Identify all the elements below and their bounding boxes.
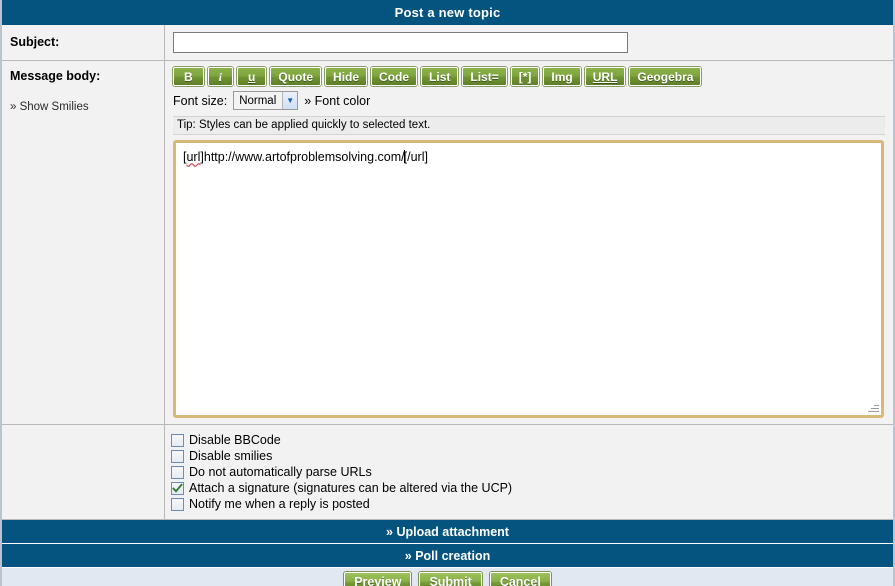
submit-button[interactable]: Submit [419,572,482,586]
message-body-row: Message body: » Show Smilies B i u Quote… [2,61,893,425]
bbcode-button-list-item[interactable]: [*] [510,67,540,86]
font-size-label: Font size: [173,93,228,108]
message-body-cell: B i u Quote Hide Code List List= [*] Img… [165,61,893,425]
post-options-row: Disable BBCode Disable smilies Do not au… [2,425,893,520]
checkbox-notify-reply[interactable] [171,497,184,511]
bbcode-button-underline[interactable]: u [237,67,267,86]
subject-row: Subject: [2,25,893,61]
checkmark-icon [172,482,183,493]
option-label: Disable smilies [189,449,273,463]
styles-tip: Tip: Styles can be applied quickly to se… [173,116,885,135]
section-poll-creation[interactable]: » Poll creation [2,544,893,568]
post-options-list: Disable BBCode Disable smilies Do not au… [171,433,885,511]
message-text-misspelled: url [186,150,201,164]
form-footer: Preview Submit Cancel [2,568,893,586]
bbcode-button-url[interactable]: URL [584,67,626,86]
message-text-main: ]http://www.artofproblemsolving.com/ [200,150,405,164]
font-options-row: Font size: Normal ▼ » Font color [173,91,885,110]
checkbox-disable-smilies[interactable] [171,449,184,463]
option-label: Notify me when a reply is posted [189,497,370,511]
form-grid: Subject: Message body: » Show Smilies B … [2,25,893,520]
subject-body-cell [165,25,893,61]
option-label: Disable BBCode [189,433,281,447]
bbcode-button-list-ordered[interactable]: List= [462,67,507,86]
checkbox-no-parse-urls[interactable] [171,465,184,479]
message-label-cell: Message body: » Show Smilies [2,61,165,425]
checkbox-disable-bbcode[interactable] [171,433,184,447]
page-title-text: Post a new topic [394,5,501,20]
bbcode-toolbar: B i u Quote Hide Code List List= [*] Img… [173,67,885,86]
chevron-down-icon: ▼ [282,92,298,109]
show-smilies-link[interactable]: » Show Smilies [10,101,156,113]
bbcode-button-code[interactable]: Code [371,67,418,86]
subject-input[interactable] [173,32,628,53]
font-size-value: Normal [239,94,277,107]
bbcode-button-hide[interactable]: Hide [325,67,368,86]
bbcode-button-italic[interactable]: i [207,67,234,86]
options-label-cell [2,425,165,520]
styles-tip-text: Tip: Styles can be applied quickly to se… [177,119,431,131]
option-no-parse-urls[interactable]: Do not automatically parse URLs [171,465,885,479]
option-notify-reply[interactable]: Notify me when a reply is posted [171,497,885,511]
section-upload-attachment[interactable]: » Upload attachment [2,520,893,544]
font-size-select[interactable]: Normal ▼ [233,91,299,110]
subject-label: Subject: [10,35,60,49]
cancel-button[interactable]: Cancel [489,572,551,586]
message-text-tail: [/url] [403,150,428,164]
message-textarea[interactable]: [url]http://www.artofproblemsolving.com/… [176,143,881,415]
checkbox-attach-signature[interactable] [171,481,184,495]
page-title: Post a new topic [2,0,893,25]
options-body-cell: Disable BBCode Disable smilies Do not au… [165,425,893,520]
bbcode-button-bold[interactable]: B [173,67,204,86]
bbcode-button-list[interactable]: List [421,67,459,86]
bbcode-button-img[interactable]: Img [543,67,581,86]
bbcode-button-quote[interactable]: Quote [270,67,322,86]
textarea-resize-grip[interactable] [867,401,880,414]
option-attach-signature[interactable]: Attach a signature (signatures can be al… [171,481,885,495]
option-disable-bbcode[interactable]: Disable BBCode [171,433,885,447]
message-body-label: Message body: [10,69,101,83]
font-color-link[interactable]: » Font color [304,94,370,108]
bbcode-button-geogebra[interactable]: Geogebra [629,67,702,86]
option-disable-smilies[interactable]: Disable smilies [171,449,885,463]
section-upload-attachment-label: » Upload attachment [386,524,509,539]
option-label: Do not automatically parse URLs [189,465,372,479]
post-topic-page: Post a new topic Subject: Message body: … [0,0,895,586]
message-textarea-wrapper: [url]http://www.artofproblemsolving.com/… [173,140,884,418]
section-poll-creation-label: » Poll creation [404,548,491,563]
preview-button[interactable]: Preview [344,572,412,586]
option-label: Attach a signature (signatures can be al… [189,481,513,495]
subject-label-cell: Subject: [2,25,165,61]
